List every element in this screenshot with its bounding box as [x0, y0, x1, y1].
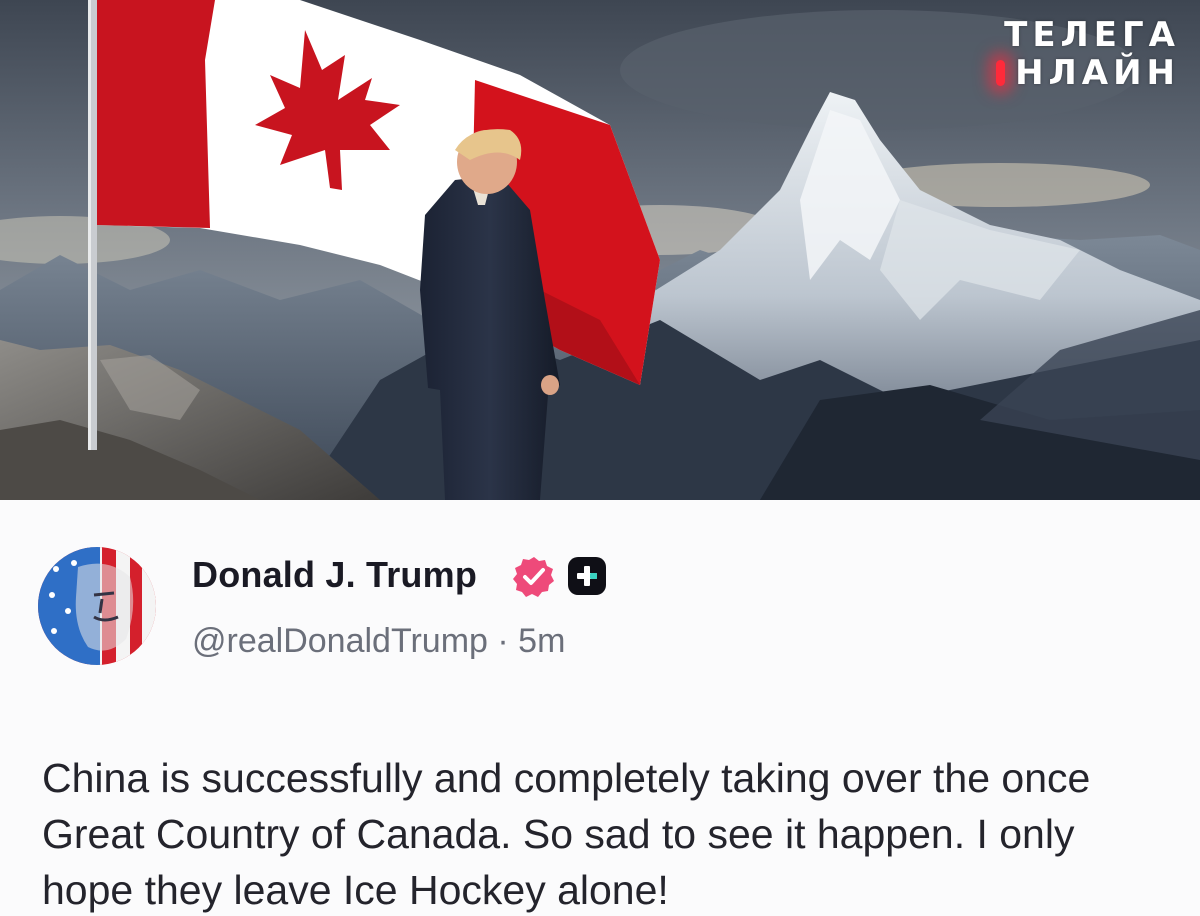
- author-avatar[interactable]: [38, 547, 156, 665]
- post-text: China is successfully and completely tak…: [42, 755, 1091, 913]
- author-handle[interactable]: @realDonaldTrump: [192, 622, 488, 660]
- telega-online-watermark: ТЕЛЕГА НЛАЙН: [996, 18, 1180, 90]
- meta-separator: ·: [497, 622, 509, 660]
- post-time[interactable]: 5m: [518, 622, 565, 660]
- plus-badge-icon: [568, 557, 606, 595]
- watermark-line-2-text: НЛАЙН: [1015, 53, 1180, 93]
- watermark-line-2: НЛАЙН: [996, 56, 1180, 90]
- author-handle-line: @realDonaldTrump · 5m: [192, 622, 565, 661]
- avatar-image: [38, 547, 156, 665]
- watermark-dot-icon: [996, 60, 1006, 86]
- hero-image: ТЕЛЕГА НЛАЙН: [0, 0, 1200, 500]
- watermark-line-1: ТЕЛЕГА: [1004, 15, 1180, 55]
- post-card: Donald J. Trump @realDonaldTrump · 5m Ch…: [0, 500, 1200, 916]
- author-name[interactable]: Donald J. Trump: [192, 554, 477, 596]
- plus-badge-glyph: [577, 566, 597, 586]
- verified-badge-icon: [513, 557, 554, 597]
